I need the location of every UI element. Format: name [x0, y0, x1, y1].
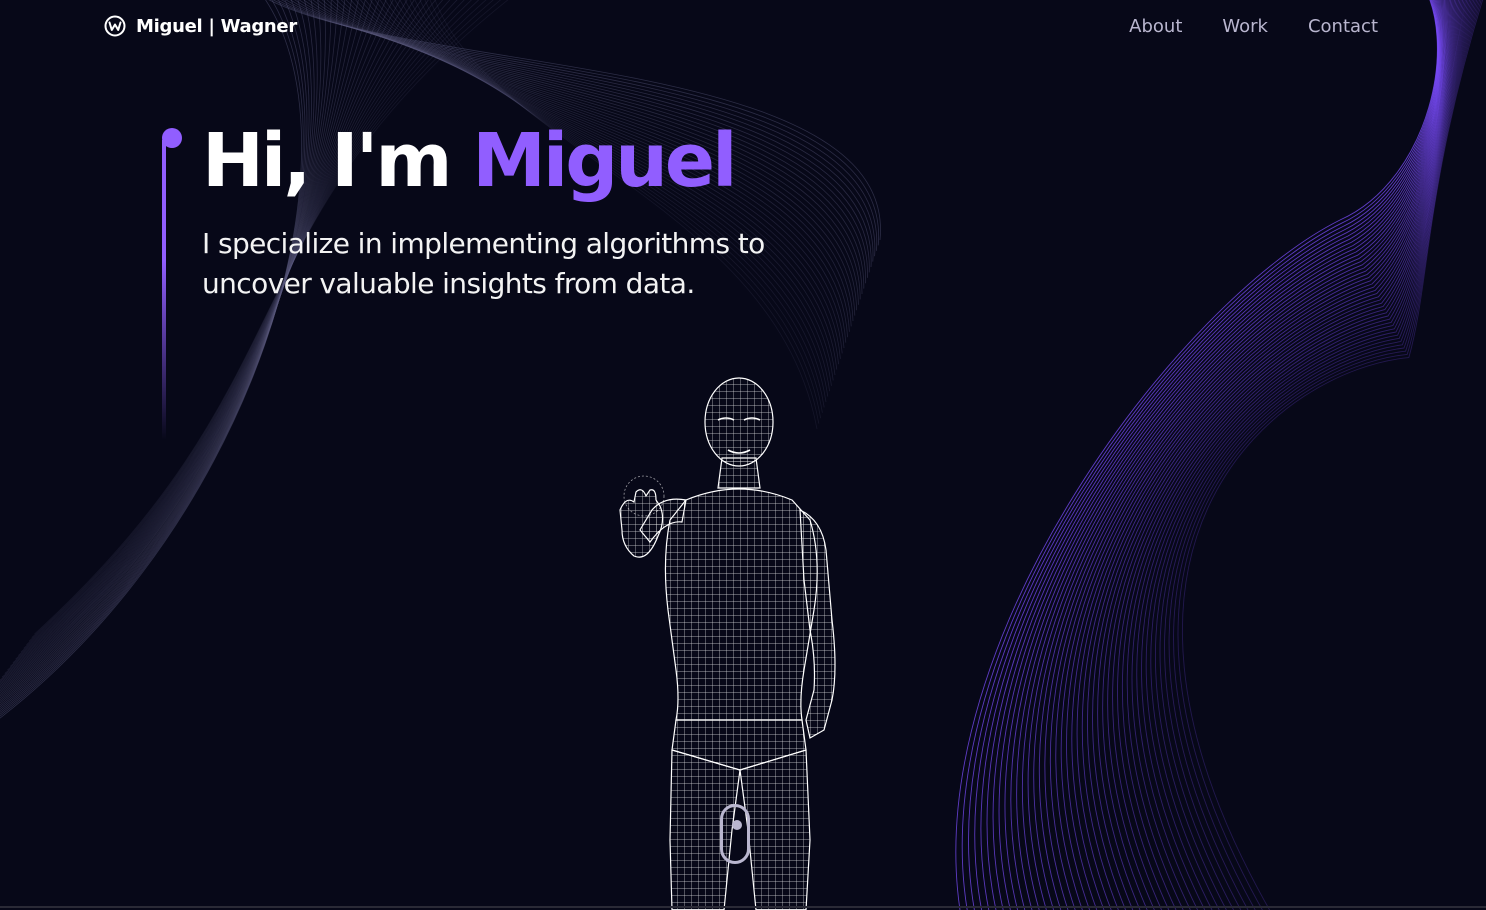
wave-line-right: [986, 0, 1440, 910]
hero-title: Hi, I'm Miguel: [202, 118, 737, 204]
hero-subtitle: I specialize in implementing algorithms …: [202, 227, 765, 300]
mouse-scroll-icon[interactable]: [720, 804, 750, 864]
nav-about[interactable]: About: [1129, 16, 1182, 37]
nav-work[interactable]: Work: [1222, 16, 1268, 37]
wave-line-right: [980, 0, 1439, 910]
wave-line-right: [1076, 0, 1453, 910]
site-header: Miguel | Wagner About Work Contact: [0, 0, 1486, 56]
bottom-divider: [0, 906, 1486, 908]
scroll-dot: [732, 820, 742, 830]
portfolio-page: Miguel | Wagner About Work Contact Hi, I…: [0, 0, 1486, 910]
wave-line-right: [1044, 0, 1445, 910]
hero-greeting: Hi, I'm: [202, 118, 473, 204]
wave-line-right: [1033, 0, 1444, 910]
main-nav: About Work Contact: [1129, 16, 1378, 37]
hero-name: Miguel: [472, 118, 737, 204]
wave-line-right: [1092, 0, 1457, 910]
wave-line-right: [1117, 0, 1464, 910]
wave-line-right: [998, 0, 1440, 910]
accent-vertical-line: [162, 140, 166, 440]
wave-line-right: [1086, 0, 1455, 910]
wave-line-right: [974, 0, 1439, 910]
wave-line-right: [1055, 0, 1448, 910]
wave-line-right: [1131, 0, 1468, 910]
nav-contact[interactable]: Contact: [1308, 16, 1378, 37]
brand-name: Miguel | Wagner: [136, 15, 297, 37]
wave-line-right: [1010, 0, 1441, 910]
wave-line-right: [1004, 0, 1441, 910]
w-circle-logo-icon: [104, 15, 126, 37]
wave-line-right: [1016, 0, 1442, 910]
wave-line-right: [992, 0, 1440, 910]
wave-line-right: [1021, 0, 1442, 910]
wave-line-right: [1066, 0, 1450, 910]
wave-line-right: [1081, 0, 1454, 910]
wave-line-right: [1102, 0, 1459, 910]
wave-line-right: [1107, 0, 1461, 910]
logo-link[interactable]: Miguel | Wagner: [104, 15, 297, 37]
